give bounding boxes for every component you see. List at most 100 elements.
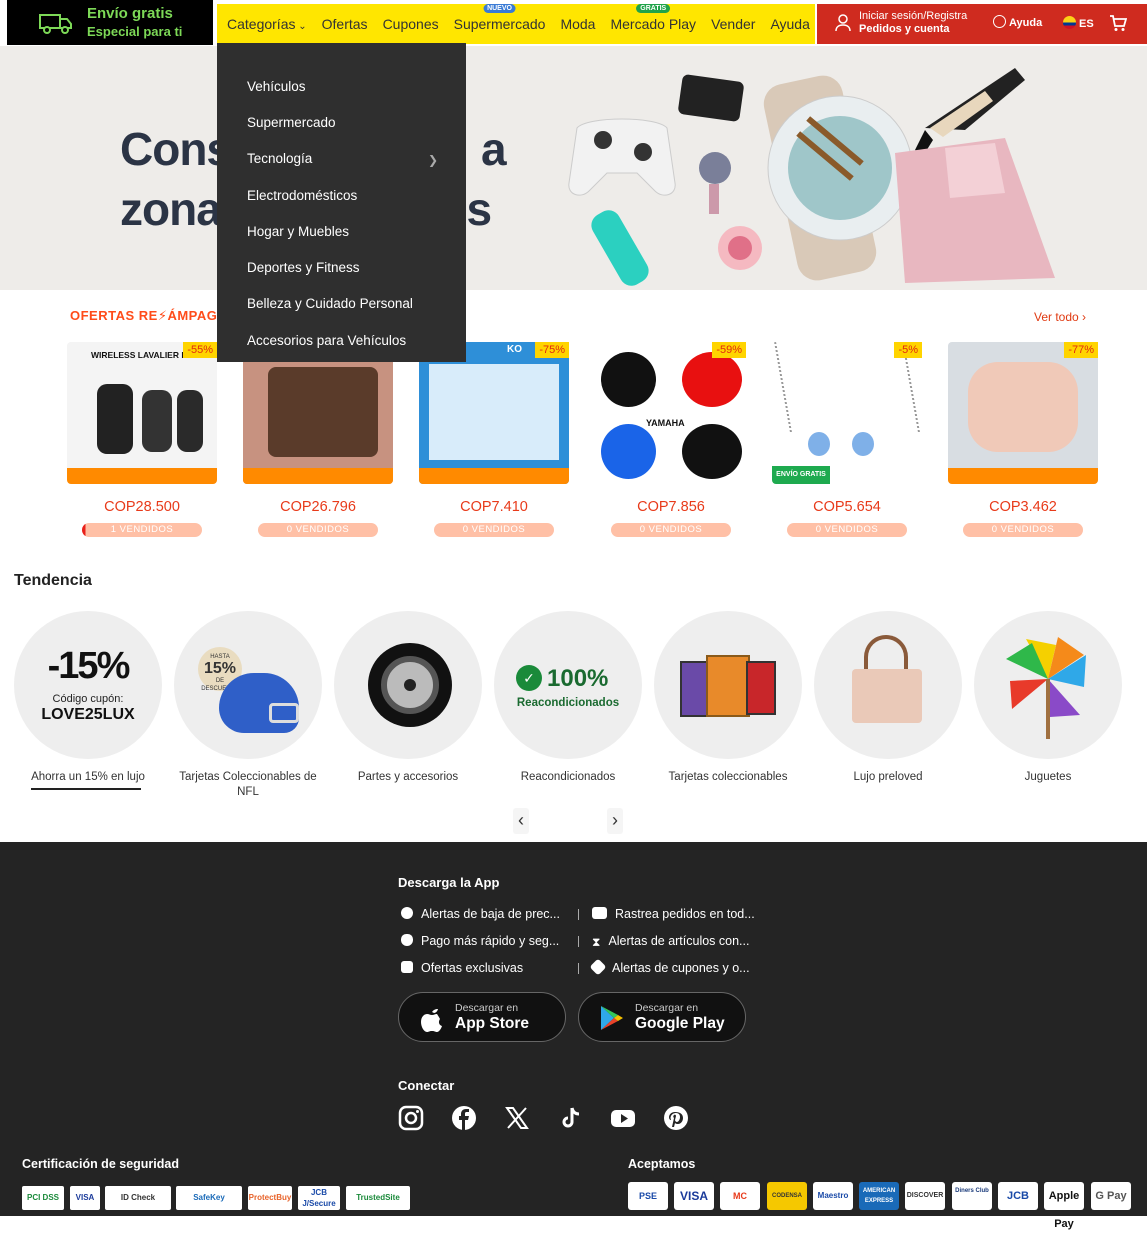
trend-big-text: -15% bbox=[47, 645, 131, 687]
discount-badge: -59% bbox=[712, 342, 746, 358]
product-image: YAMAHA bbox=[596, 342, 746, 484]
trend-image bbox=[974, 611, 1122, 759]
nav-cupones[interactable]: Cupones bbox=[383, 16, 439, 32]
security-title: Certificación de seguridad bbox=[22, 1157, 179, 1171]
top-bar: Envío gratis Especial para ti Categorías… bbox=[0, 0, 1147, 46]
chevron-left-icon: ‹ bbox=[518, 810, 524, 830]
payment-jcb: JCB bbox=[998, 1182, 1038, 1210]
sold-count: 1 VENDIDOS bbox=[82, 523, 202, 537]
nav-categorias[interactable]: Categorías bbox=[227, 16, 307, 32]
pinterest-icon[interactable] bbox=[663, 1105, 689, 1131]
flash-deals-title: OFERTAS RE⚡ÁMPAGO bbox=[70, 308, 228, 324]
category-vehiculos[interactable]: Vehículos bbox=[217, 68, 466, 104]
product-price: COP7.410 bbox=[460, 499, 528, 515]
nav-vender[interactable]: Vender bbox=[711, 16, 755, 32]
new-badge: NUEVO bbox=[483, 4, 516, 13]
nav-supermercado[interactable]: NUEVO Supermercado bbox=[454, 4, 545, 32]
feature-label: Alertas de cupones y o... bbox=[612, 961, 750, 975]
facebook-icon[interactable] bbox=[451, 1105, 477, 1131]
google-play-button[interactable]: Descargar en Google Play bbox=[578, 992, 746, 1042]
footer: Descarga la App Alertas de baja de prec.… bbox=[0, 842, 1147, 1150]
sign-in-link[interactable]: Iniciar sesión/Registra bbox=[859, 10, 967, 22]
youtube-icon[interactable] bbox=[610, 1105, 636, 1131]
sold-count: 0 VENDIDOS bbox=[963, 523, 1083, 537]
payment-discover: DISCOVER bbox=[905, 1182, 945, 1210]
category-belleza[interactable]: Belleza y Cuidado Personal bbox=[217, 286, 466, 322]
carousel-next-button[interactable]: › bbox=[607, 808, 623, 834]
nav-ayuda[interactable]: Ayuda bbox=[770, 16, 809, 32]
trend-big-text: 100% bbox=[547, 665, 609, 692]
coupon-code: LOVE25LUX bbox=[41, 706, 135, 723]
nav-mercado-play[interactable]: GRATIS Mercado Play bbox=[610, 4, 697, 32]
product-caption: KO bbox=[507, 344, 522, 355]
promo-title: Envío gratis bbox=[87, 5, 173, 22]
carousel-prev-button[interactable]: ‹ bbox=[513, 808, 529, 834]
category-supermercado[interactable]: Supermercado bbox=[217, 104, 466, 140]
category-tecnologia[interactable]: Tecnología ❯ bbox=[217, 141, 466, 177]
feature-label: Ofertas exclusivas bbox=[421, 961, 524, 975]
trend-image bbox=[814, 611, 962, 759]
nav-mercado-play-label: Mercado Play bbox=[610, 16, 697, 32]
category-deportes[interactable]: Deportes y Fitness bbox=[217, 249, 466, 285]
instagram-icon[interactable] bbox=[398, 1105, 424, 1131]
product-price: COP28.500 bbox=[104, 499, 180, 515]
account-bar: Iniciar sesión/Registra Pedidos y cuenta… bbox=[817, 4, 1147, 44]
divider bbox=[578, 909, 579, 920]
cert-id-check: ID Check bbox=[105, 1186, 171, 1210]
payment-mastercard: MC bbox=[720, 1182, 760, 1210]
trend-label: Lujo preloved bbox=[853, 771, 923, 783]
hero-banner[interactable]: Consa zonaatis bbox=[0, 46, 1147, 290]
trend-image: HASTA 15% DE DESCUENTO bbox=[174, 611, 322, 759]
category-tecnologia-label: Tecnología bbox=[247, 151, 313, 167]
nav-moda[interactable]: Moda bbox=[560, 16, 595, 32]
trend-label: Ahorra un 15% en lujo bbox=[31, 771, 145, 783]
feature-track-orders: Rastrea pedidos en tod... bbox=[592, 907, 755, 921]
cert-jcb: JCB J/Secure bbox=[298, 1186, 340, 1210]
truck-icon bbox=[592, 907, 607, 919]
language-selector[interactable]: ES bbox=[1063, 16, 1094, 30]
app-store-button[interactable]: Descargar en App Store bbox=[398, 992, 566, 1042]
ticket-icon bbox=[401, 961, 413, 973]
payment-diners: Diners Club bbox=[952, 1182, 992, 1210]
app-store-top: Descargar en bbox=[455, 1002, 519, 1014]
orders-link[interactable]: Pedidos y cuenta bbox=[859, 23, 949, 35]
category-electrodomesticos[interactable]: Electrodomésticos bbox=[217, 177, 466, 213]
download-app-title: Descarga la App bbox=[398, 875, 500, 890]
truck-icon bbox=[39, 14, 72, 34]
connect-title: Conectar bbox=[398, 1078, 455, 1093]
x-icon[interactable] bbox=[504, 1105, 530, 1131]
price-drop-icon bbox=[401, 907, 413, 919]
feature-item-alerts: ⧗ Alertas de artículos con... bbox=[592, 934, 749, 949]
see-all-link[interactable]: Ver todo › bbox=[1034, 310, 1086, 324]
product-image: WIRELESS LAVALIER MIC bbox=[67, 342, 217, 484]
product-image bbox=[948, 342, 1098, 484]
feature-fast-payment: Pago más rápido y seg... bbox=[401, 934, 559, 948]
categories-dropdown: Vehículos Supermercado Tecnología ❯ Elect… bbox=[217, 43, 466, 362]
hero-line-1-start: Cons bbox=[120, 123, 232, 175]
free-badge: GRATIS bbox=[636, 4, 671, 13]
tag-line-2: 15% bbox=[203, 660, 237, 677]
pinwheel-image bbox=[1006, 637, 1086, 739]
nav-ofertas[interactable]: Ofertas bbox=[322, 16, 368, 32]
google-play-top: Descargar en bbox=[635, 1002, 699, 1014]
payment-pse: PSE bbox=[628, 1182, 668, 1210]
flash-deals-section: OFERTAS RE⚡ÁMPAGO Ver todo › WIRELESS LA… bbox=[0, 300, 1147, 550]
discount-badge: -77% bbox=[1064, 342, 1098, 358]
promo-subtitle: Especial para ti bbox=[87, 24, 183, 39]
sold-count: 0 VENDIDOS bbox=[258, 523, 378, 537]
shield-icon bbox=[401, 934, 413, 946]
cart-icon[interactable] bbox=[1109, 14, 1127, 32]
sold-count: 0 VENDIDOS bbox=[434, 523, 554, 537]
trend-image bbox=[334, 611, 482, 759]
payment-codensa: CODENSA bbox=[767, 1182, 807, 1210]
product-image bbox=[243, 342, 393, 484]
category-hogar[interactable]: Hogar y Muebles bbox=[217, 213, 466, 249]
feature-label: Alertas de baja de prec... bbox=[421, 907, 560, 921]
tiktok-icon[interactable] bbox=[557, 1105, 583, 1131]
sold-count: 0 VENDIDOS bbox=[787, 523, 907, 537]
trend-label: Juguetes bbox=[1024, 771, 1072, 783]
free-shipping-banner[interactable]: Envío gratis Especial para ti bbox=[7, 0, 213, 45]
chevron-right-icon: › bbox=[612, 810, 618, 830]
category-accesorios-vehiculos[interactable]: Accesorios para Vehículos bbox=[217, 322, 466, 358]
help-button[interactable]: Ayuda bbox=[993, 15, 1042, 29]
